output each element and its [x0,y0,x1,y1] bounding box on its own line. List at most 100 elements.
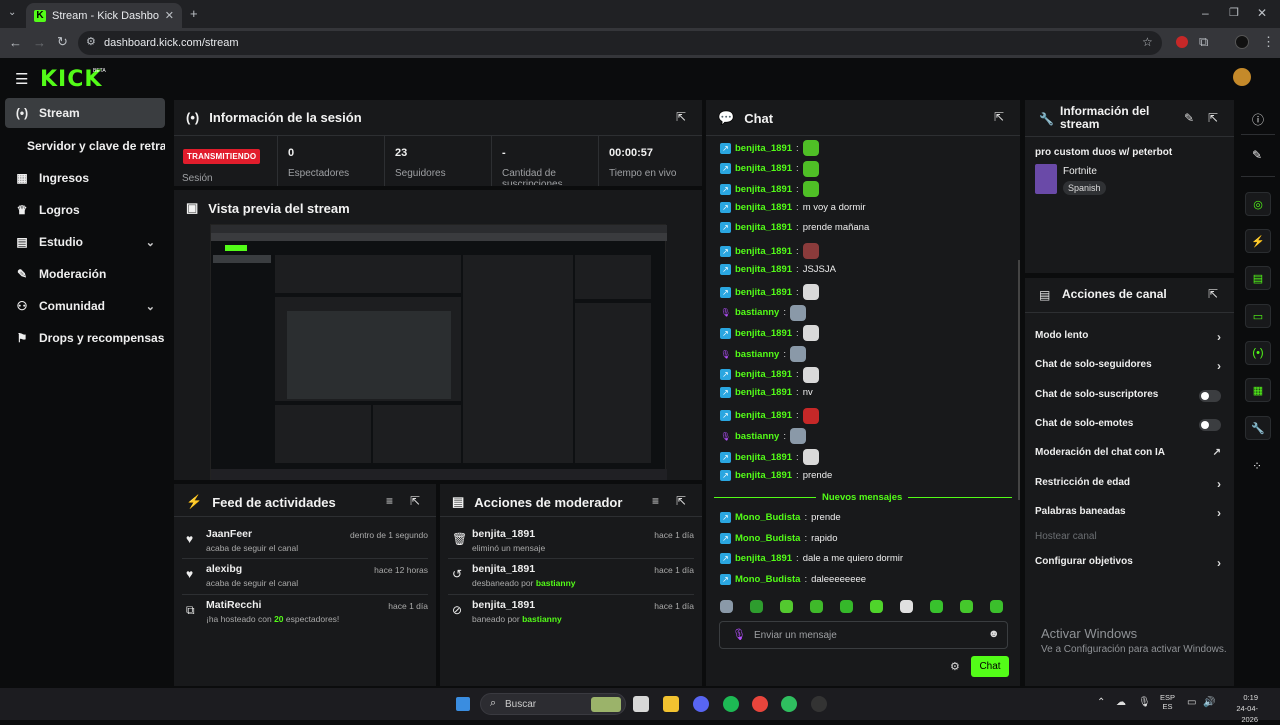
forward-icon[interactable]: → [33,35,46,50]
close-tab-icon[interactable]: ✕ [165,9,174,22]
close-window-icon[interactable]: ✕ [1257,6,1267,20]
emote-button[interactable] [960,600,973,613]
mod-action-user[interactable]: benjita_1891 [472,563,535,575]
tray-cloud-icon[interactable]: ☁ [1116,697,1126,708]
chat-username[interactable]: bastianny [735,431,779,442]
subscribers-only-toggle[interactable] [1199,390,1221,402]
chat-settings-icon[interactable]: ⚙ [950,660,960,673]
chat-username[interactable]: bastianny [735,349,779,360]
tool-button-clip[interactable]: ◎ [1245,192,1271,216]
feed-user[interactable]: MatiRecchi [206,599,261,611]
popout-icon[interactable]: ⇱ [994,110,1004,124]
chat-username[interactable]: Mono_Budista [735,574,800,585]
extensions-puzzle-icon[interactable]: ⧉ [1199,34,1208,50]
emote-button[interactable] [930,600,943,613]
chat-scrollbar[interactable] [1018,260,1020,500]
chat-username[interactable]: benjita_1891 [735,328,792,339]
chat-username[interactable]: benjita_1891 [735,553,792,564]
sidebar-item-logros[interactable]: ♛ Logros [5,195,165,225]
app-icon[interactable] [811,696,827,712]
network-icon[interactable]: ▭ [1187,697,1196,708]
hamburger-menu-icon[interactable]: ☰ [15,70,28,88]
language-indicator[interactable]: ESP ES [1160,693,1175,711]
edit-icon[interactable]: ✎ [1184,111,1194,125]
channel-action-ai-moderation[interactable]: Moderación del chat con IA ↗ [1035,447,1221,463]
sidebar-item-estudio[interactable]: ▤ Estudio ⌄ [5,227,165,257]
tool-button-chat[interactable]: ▭ [1245,304,1271,328]
dots-icon[interactable]: ⁘ [1252,459,1262,473]
chat-username[interactable]: benjita_1891 [735,246,792,257]
stream-category[interactable]: Fortnite [1063,166,1097,177]
chat-username[interactable]: benjita_1891 [735,143,792,154]
bookmark-star-icon[interactable]: ☆ [1142,35,1153,49]
minimize-icon[interactable]: – [1202,6,1209,20]
discord-icon[interactable] [693,696,709,712]
sidebar-item-moderacion[interactable]: ✎ Moderación [5,259,165,289]
whatsapp-icon[interactable] [781,696,797,712]
emote-button[interactable] [840,600,853,613]
send-chat-button[interactable]: Chat [971,656,1009,677]
filter-icon[interactable]: ≡ [652,494,659,508]
emote-button[interactable] [870,600,883,613]
mod-action-user[interactable]: benjita_1891 [472,528,535,540]
filter-icon[interactable]: ≡ [386,494,393,508]
chat-username[interactable]: benjita_1891 [735,163,792,174]
chat-username[interactable]: Mono_Budista [735,533,800,544]
sidebar-item-ingresos[interactable]: ▦ Ingresos [5,163,165,193]
emoji-icon[interactable]: ☻ [988,628,1000,640]
chat-username[interactable]: benjita_1891 [735,410,792,421]
microphone-icon[interactable]: 🎙 [1138,697,1151,708]
site-info-icon[interactable]: ⚙ [86,35,96,48]
popout-icon[interactable]: ⇱ [676,110,686,124]
tool-button-document[interactable]: ▤ [1245,266,1271,290]
emote-button[interactable] [780,600,793,613]
tool-button-broadcast[interactable]: (•) [1245,341,1271,365]
chat-username[interactable]: Mono_Budista [735,512,800,523]
channel-action-slow-mode[interactable]: Modo lento › [1035,330,1221,346]
chrome-icon[interactable] [752,696,768,712]
maximize-icon[interactable]: ❐ [1229,6,1239,19]
address-bar[interactable]: ⚙ dashboard.kick.com/stream ☆ [78,31,1162,55]
chat-username[interactable]: benjita_1891 [735,222,792,233]
channel-action-age-restriction[interactable]: Restricción de edad › [1035,477,1221,493]
taskbar-clock[interactable]: 0:19 24-04-2026 [1222,692,1258,725]
chat-username[interactable]: benjita_1891 [735,202,792,213]
file-explorer-icon[interactable] [663,696,679,712]
popout-icon[interactable]: ⇱ [1208,287,1218,301]
emote-button[interactable] [720,600,733,613]
chat-username[interactable]: bastianny [735,307,779,318]
tray-chevron-icon[interactable]: ⌃ [1097,697,1105,708]
chat-username[interactable]: benjita_1891 [735,369,792,380]
stream-preview-video[interactable] [210,224,667,480]
back-icon[interactable]: ← [9,35,22,50]
feed-user[interactable]: alexibg [206,563,242,575]
tool-button-lightning[interactable]: ⚡ [1245,229,1271,253]
extension-icon[interactable] [1176,36,1188,48]
chat-username[interactable]: benjita_1891 [735,452,792,463]
chat-username[interactable]: benjita_1891 [735,264,792,275]
task-view-icon[interactable] [633,696,649,712]
volume-icon[interactable]: 🔊 [1203,697,1215,708]
new-tab-icon[interactable]: + [190,6,198,21]
chat-username[interactable]: benjita_1891 [735,184,792,195]
popout-icon[interactable]: ⇱ [676,494,686,508]
channel-action-followers-only[interactable]: Chat de solo-seguidores › [1035,359,1221,375]
chat-input[interactable]: 🎙 Enviar un mensaje ☻ [719,621,1008,649]
chat-username[interactable]: benjita_1891 [735,470,792,481]
sidebar-item-stream[interactable]: (•) Stream [5,98,165,128]
emote-button[interactable] [810,600,823,613]
tab-list-icon[interactable]: ⌄ [8,7,16,18]
emotes-only-toggle[interactable] [1199,419,1221,431]
taskbar-search[interactable]: ⌕ Buscar [480,693,626,715]
windows-start-icon[interactable] [456,697,470,711]
tool-button-channel-actions[interactable]: ▦ [1245,378,1271,402]
profile-avatar[interactable] [1235,35,1249,49]
emote-button[interactable] [750,600,763,613]
tool-button-wrench[interactable]: 🔧 [1245,416,1271,440]
mod-action-user[interactable]: benjita_1891 [472,599,535,611]
chat-username[interactable]: benjita_1891 [735,387,792,398]
channel-action-goals[interactable]: Configurar objetivos › [1035,556,1221,572]
feed-user[interactable]: JaanFeer [206,528,252,540]
user-avatar[interactable] [1233,68,1251,86]
emote-button[interactable] [900,600,913,613]
